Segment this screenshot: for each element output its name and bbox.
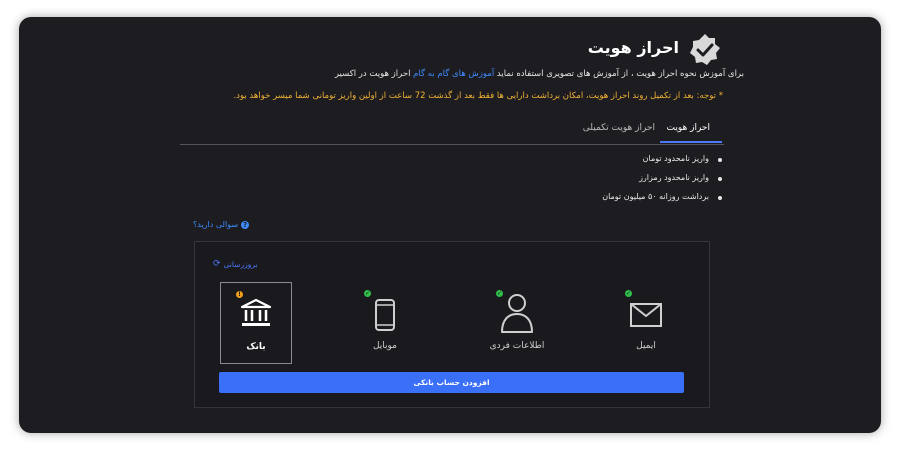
step-label: موبایل bbox=[372, 341, 398, 351]
user-icon bbox=[501, 294, 533, 333]
app-window: احراز هویت برای آموزش نحوه احراز هویت ، … bbox=[19, 17, 881, 433]
add-bank-account-button[interactable]: افزودن حساب بانکی bbox=[219, 372, 684, 393]
refresh-label: بروزرسانی bbox=[223, 259, 258, 269]
tutorial-link[interactable]: آموزش های گام به گام bbox=[413, 69, 494, 79]
list-item: واریز نامحدود تومان bbox=[642, 154, 723, 163]
step-label: بانک bbox=[246, 342, 266, 352]
mobile-icon bbox=[375, 299, 395, 331]
tab-advanced-verification[interactable]: احراز هویت تکمیلی bbox=[583, 123, 655, 133]
step-email[interactable]: ✓ ایمیل bbox=[610, 282, 682, 364]
check-badge-icon: ✓ bbox=[364, 290, 371, 297]
step-mobile[interactable]: ✓ موبایل bbox=[349, 282, 421, 364]
step-label: اطلاعات فردی bbox=[489, 341, 545, 351]
bank-icon bbox=[240, 298, 272, 326]
page-title: احراز هویت bbox=[587, 38, 679, 57]
check-badge-icon: ✓ bbox=[625, 290, 632, 297]
question-link[interactable]: ? سوالی دارید؟ bbox=[193, 220, 250, 229]
step-label: ایمیل bbox=[636, 341, 656, 351]
tabs-divider bbox=[180, 144, 724, 145]
verified-badge-icon bbox=[690, 34, 720, 65]
email-icon bbox=[630, 303, 662, 327]
step-personal-info[interactable]: ✓ اطلاعات فردی bbox=[481, 282, 553, 364]
active-tab-indicator bbox=[660, 141, 722, 143]
list-item: برداشت روزانه ۵۰ میلیون تومان bbox=[602, 192, 722, 201]
question-label: سوالی دارید؟ bbox=[193, 220, 239, 229]
refresh-icon: ⟳ bbox=[213, 259, 221, 269]
intro-after: احراز هویت در اکسیر bbox=[334, 69, 414, 79]
list-item: واریز نامحدود رمزارز bbox=[639, 173, 722, 182]
tab-identity-verification[interactable]: احراز هویت bbox=[667, 123, 710, 133]
intro-before: برای آموزش نحوه احراز هویت ، از آموزش ها… bbox=[494, 69, 744, 79]
step-bank[interactable]: ! بانک bbox=[220, 282, 292, 364]
withdrawal-notice: * توجه: بعد از تکمیل روند احراز هویت، ام… bbox=[233, 91, 723, 101]
intro-text: برای آموزش نحوه احراز هویت ، از آموزش ها… bbox=[144, 69, 744, 79]
help-icon: ? bbox=[241, 220, 250, 229]
refresh-button[interactable]: ⟳ بروزرسانی bbox=[213, 259, 258, 269]
